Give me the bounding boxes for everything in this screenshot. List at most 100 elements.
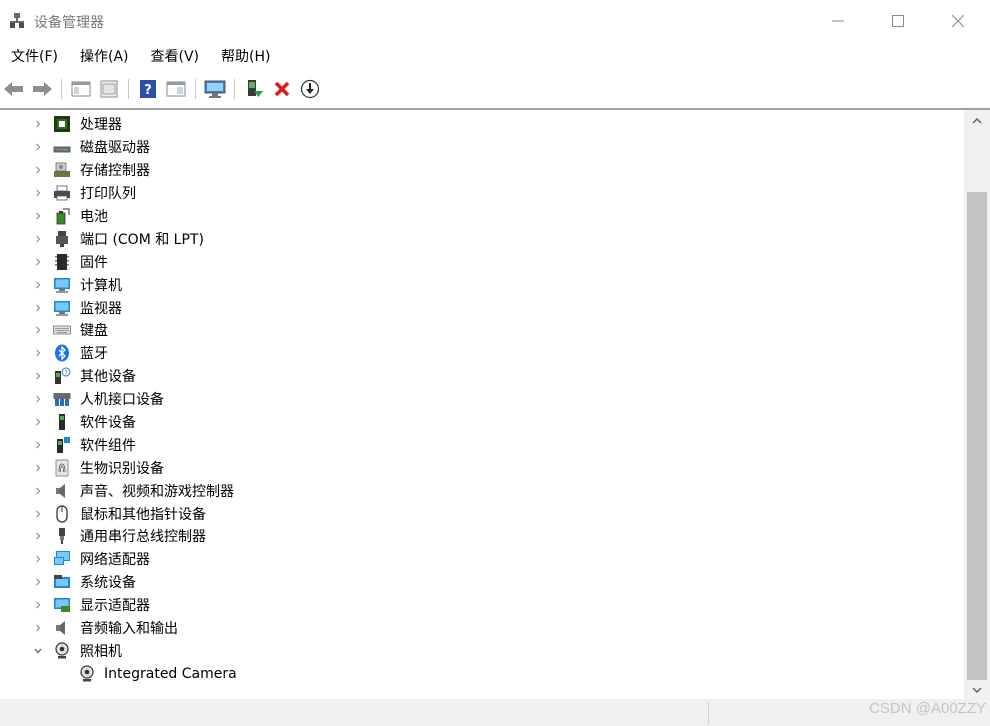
- disable-device-icon: [300, 79, 320, 99]
- tree-item-label: 显示适配器: [80, 598, 150, 615]
- tree-category-item[interactable]: 存储控制器: [0, 159, 960, 182]
- chevron-right-icon[interactable]: [33, 623, 43, 633]
- chevron-right-icon[interactable]: [33, 394, 43, 404]
- tree-category-item[interactable]: 音频输入和输出: [0, 617, 960, 640]
- vertical-scrollbar[interactable]: [964, 110, 990, 699]
- show-hide-tree-button[interactable]: [70, 78, 92, 100]
- chevron-right-icon[interactable]: [33, 257, 43, 267]
- chevron-right-icon[interactable]: [33, 371, 43, 381]
- tree-category-item[interactable]: 显示适配器: [0, 594, 960, 617]
- toolbar: ?: [0, 72, 990, 106]
- forward-button[interactable]: [31, 78, 53, 100]
- watermark: CSDN @A00ZZY: [869, 700, 986, 717]
- maximize-button[interactable]: [872, 0, 924, 42]
- tree-category-item[interactable]: 声音、视频和游戏控制器: [0, 479, 960, 502]
- menu-action[interactable]: 操作(A): [69, 44, 140, 70]
- chevron-right-icon[interactable]: [33, 600, 43, 610]
- chevron-right-icon[interactable]: [33, 440, 43, 450]
- keyboard-icon: [53, 321, 71, 339]
- tree-item-label: 其他设备: [80, 369, 136, 386]
- chevron-right-icon[interactable]: [33, 303, 43, 313]
- device-tree: 处理器 磁盘驱动器 存储控制器打印队列电池 端口 (COM 和 LPT) 固件 计算机 监视…: [0, 113, 960, 685]
- tree-category-item[interactable]: 鼠标和其他指针设备: [0, 502, 960, 525]
- chevron-right-icon[interactable]: [33, 554, 43, 564]
- tree-category-item[interactable]: 打印队列: [0, 182, 960, 205]
- uninstall-device-button[interactable]: [271, 78, 293, 100]
- chevron-right-icon[interactable]: [33, 486, 43, 496]
- tree-category-item[interactable]: 网络适配器: [0, 548, 960, 571]
- chevron-up-icon: [972, 117, 982, 124]
- tree-category-item[interactable]: 软件设备: [0, 411, 960, 434]
- back-button[interactable]: [3, 78, 25, 100]
- chevron-right-icon[interactable]: [33, 577, 43, 587]
- tree-category-item[interactable]: 照相机: [0, 639, 960, 662]
- tree-category-item[interactable]: 计算机: [0, 273, 960, 296]
- tree-category-item[interactable]: 监视器: [0, 296, 960, 319]
- chevron-right-icon[interactable]: [33, 509, 43, 519]
- chevron-right-icon[interactable]: [33, 417, 43, 427]
- menu-file[interactable]: 文件(F): [0, 44, 69, 70]
- camera-icon: [78, 665, 96, 683]
- help-button[interactable]: ?: [137, 78, 159, 100]
- tree-child-item[interactable]: Integrated Camera: [0, 662, 960, 685]
- tree-item-label: 打印队列: [80, 186, 136, 203]
- chevron-right-icon[interactable]: [33, 165, 43, 175]
- action-pane-button[interactable]: [165, 78, 187, 100]
- update-driver-button[interactable]: [243, 78, 265, 100]
- scroll-down-button[interactable]: [964, 681, 990, 699]
- chevron-right-icon[interactable]: [33, 325, 43, 335]
- system-devices-icon: [53, 573, 71, 591]
- menu-view[interactable]: 查看(V): [140, 44, 211, 70]
- tree-category-item[interactable]: 磁盘驱动器: [0, 136, 960, 159]
- chevron-right-icon[interactable]: [33, 531, 43, 541]
- uninstall-icon: [274, 81, 290, 97]
- minimize-button[interactable]: [812, 0, 864, 42]
- tree-category-item[interactable]: 软件组件: [0, 433, 960, 456]
- tree-category-item[interactable]: 端口 (COM 和 LPT): [0, 227, 960, 250]
- tree-category-item[interactable]: ? 其他设备: [0, 365, 960, 388]
- chevron-right-icon[interactable]: [33, 280, 43, 290]
- toolbar-separator: [61, 79, 62, 99]
- tree-category-item[interactable]: 生物识别设备: [0, 456, 960, 479]
- menu-help[interactable]: 帮助(H): [210, 44, 281, 70]
- chevron-right-icon[interactable]: [33, 211, 43, 221]
- chevron-down-icon: [972, 687, 982, 694]
- tree-category-item[interactable]: 系统设备: [0, 571, 960, 594]
- show-hide-tree-icon: [71, 81, 91, 97]
- computer-icon: [53, 276, 71, 294]
- tree-category-item[interactable]: 固件: [0, 250, 960, 273]
- properties-button[interactable]: [98, 78, 120, 100]
- firmware-icon: [53, 253, 71, 271]
- tree-category-item[interactable]: 蓝牙: [0, 342, 960, 365]
- help-icon: ?: [140, 80, 156, 98]
- tree-item-label: Integrated Camera: [104, 665, 237, 682]
- chevron-right-icon[interactable]: [33, 142, 43, 152]
- status-divider: [708, 702, 709, 724]
- chevron-right-icon[interactable]: [33, 234, 43, 244]
- chevron-down-icon[interactable]: [33, 646, 43, 656]
- chevron-right-icon[interactable]: [33, 119, 43, 129]
- scroll-up-button[interactable]: [964, 112, 990, 130]
- hid-icon: [53, 390, 71, 408]
- chevron-right-icon[interactable]: [33, 188, 43, 198]
- tree-item-label: 声音、视频和游戏控制器: [80, 483, 234, 500]
- mouse-icon: [53, 504, 71, 523]
- chevron-right-icon[interactable]: [33, 463, 43, 473]
- scrollbar-thumb[interactable]: [967, 192, 987, 680]
- tree-category-item[interactable]: 通用串行总线控制器: [0, 525, 960, 548]
- tree-item-label: 软件设备: [80, 415, 136, 432]
- tree-category-item[interactable]: 键盘: [0, 319, 960, 342]
- chevron-right-icon[interactable]: [33, 348, 43, 358]
- device-manager-icon: [9, 13, 25, 29]
- tree-category-item[interactable]: 处理器: [0, 113, 960, 136]
- scan-hardware-button[interactable]: [204, 78, 226, 100]
- disable-device-button[interactable]: [299, 78, 321, 100]
- tree-category-item[interactable]: 电池: [0, 205, 960, 228]
- close-button[interactable]: [932, 0, 984, 42]
- tree-item-label: 照相机: [80, 643, 122, 660]
- fingerprint-icon: [53, 459, 71, 477]
- properties-icon: [100, 80, 118, 98]
- printer-icon: [53, 184, 71, 202]
- tree-category-item[interactable]: 人机接口设备: [0, 388, 960, 411]
- toolbar-separator: [195, 79, 196, 99]
